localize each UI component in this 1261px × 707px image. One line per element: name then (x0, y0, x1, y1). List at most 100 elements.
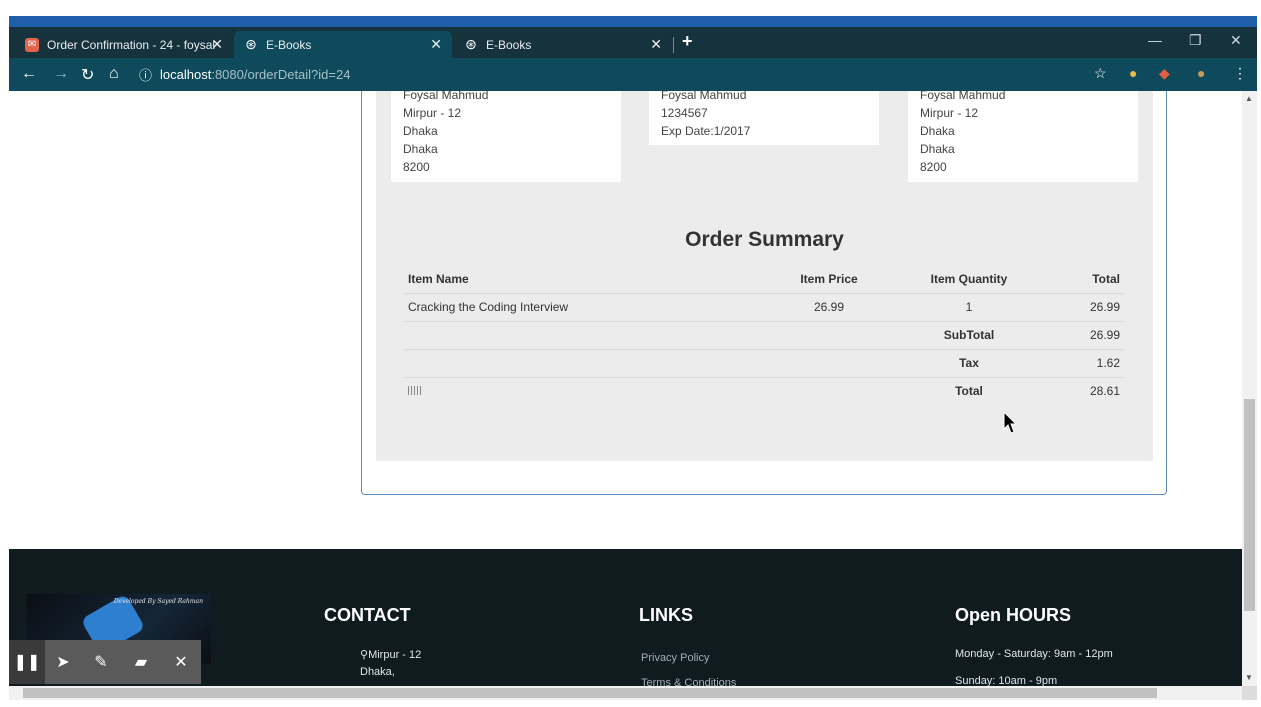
tab-title: Order Confirmation - 24 - foysal (47, 37, 216, 52)
tab-title: E-Books (266, 37, 312, 52)
tab-ebooks[interactable]: ⊛ E-Books ✕ (454, 31, 672, 58)
close-icon[interactable]: ✕ (161, 640, 201, 684)
table-header-row: Item Name Item Price Item Quantity Total (404, 265, 1124, 294)
order-detail-panel: Foysal Mahmud Mirpur - 12 Dhaka Dhaka 82… (361, 91, 1167, 495)
close-tab-icon[interactable]: ✕ (430, 36, 442, 53)
terms-link[interactable]: Terms & Conditions (641, 677, 736, 686)
total-label: Total (955, 384, 983, 399)
browser-window: ✉ Order Confirmation - 24 - foysal ✕ ⊛ E… (0, 0, 1261, 707)
order-summary-title: Order Summary (685, 228, 844, 251)
empty-cell (764, 321, 894, 350)
total-value: 28.61 (1089, 384, 1120, 399)
tab-title: E-Books (486, 37, 532, 52)
address-line: Mirpur - 12 (920, 106, 979, 120)
tax-value: 1.62 (1044, 349, 1124, 378)
reload-icon[interactable]: ↻ (81, 65, 94, 85)
map-pin-icon: ⚲ (360, 649, 369, 661)
empty-cell (404, 349, 764, 378)
profile-avatar[interactable]: ● (1197, 65, 1205, 81)
payment-line: Foysal Mahmud (661, 91, 747, 102)
page-content: Foysal Mahmud Mirpur - 12 Dhaka Dhaka 82… (9, 91, 1242, 686)
scroll-up-icon[interactable]: ▲ (1245, 94, 1253, 103)
contact-line: Mirpur - 12 (368, 649, 422, 661)
address-line: 8200 (920, 160, 947, 174)
scrollbar-thumb[interactable] (1244, 399, 1255, 611)
item-price: 26.99 (764, 293, 894, 322)
minimize-icon[interactable]: — (1148, 32, 1162, 48)
hours-weekday: Monday - Saturday: 9am - 12pm (955, 648, 1113, 660)
column-header-item-quantity: Item Quantity (894, 265, 1044, 294)
order-detail-body: Foysal Mahmud Mirpur - 12 Dhaka Dhaka 82… (376, 91, 1153, 461)
tab-separator (673, 37, 674, 53)
restore-icon[interactable]: ❐ (1189, 32, 1202, 49)
scroll-down-icon[interactable]: ▼ (1245, 673, 1253, 682)
gmail-icon: ✉ (25, 37, 39, 52)
tab-ebooks-active[interactable]: ⊛ E-Books ✕ (234, 31, 452, 58)
globe-icon: ⊛ (465, 36, 477, 52)
item-quantity: 1 (894, 293, 1044, 322)
close-tab-icon[interactable]: ✕ (211, 36, 223, 53)
payment-line: 1234567 (661, 106, 708, 120)
billing-address-card: Foysal Mahmud Mirpur - 12 Dhaka Dhaka 82… (391, 91, 621, 182)
column-header-total: Total (1044, 265, 1124, 294)
star-icon[interactable]: ☆ (1094, 65, 1107, 82)
annotation-toolbar: ❚❚ ➤ ✎ ▰ ✕ (9, 640, 221, 684)
info-icon[interactable]: ⓘ (139, 65, 152, 84)
pen-icon[interactable]: ✎ (81, 640, 121, 684)
total-row: Total 28.61 (404, 377, 1124, 405)
extension-icon[interactable]: ◆ (1159, 65, 1170, 82)
contact-address: ⚲Mirpur - 12 (360, 648, 421, 661)
address-bar: ← → ↻ ⌂ ⓘ localhost:8080/orderDetail?id=… (9, 58, 1257, 91)
new-tab-button[interactable]: + (682, 31, 693, 52)
contact-heading: CONTACT (324, 605, 411, 625)
pointer-icon[interactable]: ➤ (45, 640, 81, 684)
url-field[interactable]: ⓘ localhost:8080/orderDetail?id=24 (139, 62, 1229, 87)
tab-bar: ✉ Order Confirmation - 24 - foysal ✕ ⊛ E… (9, 27, 1257, 58)
empty-cell (764, 377, 894, 405)
mouse-cursor-icon (1003, 411, 1017, 434)
open-hours-heading: Open HOURS (955, 605, 1072, 625)
url-host: localhost (160, 67, 212, 82)
shipping-address-card: Foysal Mahmud Mirpur - 12 Dhaka Dhaka 82… (908, 91, 1138, 182)
url-path: :8080/orderDetail?id=24 (211, 67, 351, 82)
tax-label: Tax (894, 349, 1044, 378)
address-line: Dhaka (920, 124, 955, 138)
horizontal-scrollbar[interactable] (9, 686, 1242, 700)
forward-arrow-icon[interactable]: → (53, 65, 69, 83)
tab-order-confirmation[interactable]: ✉ Order Confirmation - 24 - foysal ✕ (15, 31, 233, 58)
contact-line: Dhaka, (360, 666, 395, 678)
address-line: Foysal Mahmud (403, 91, 489, 102)
privacy-policy-link[interactable]: Privacy Policy (641, 652, 709, 664)
address-line: Dhaka (403, 142, 438, 156)
scrollbar-thumb[interactable] (23, 688, 1157, 698)
back-arrow-icon[interactable]: ← (21, 65, 37, 83)
empty-cell (764, 349, 894, 378)
pause-icon[interactable]: ❚❚ (9, 640, 45, 684)
barcode-icon (408, 386, 422, 396)
links-heading: LINKS (639, 605, 693, 625)
subtotal-row: SubTotal 26.99 (404, 321, 1124, 350)
eraser-icon[interactable]: ▰ (121, 640, 161, 684)
payment-line: Exp Date:1/2017 (661, 124, 751, 138)
address-line: Dhaka (403, 124, 438, 138)
close-window-icon[interactable]: ✕ (1230, 32, 1242, 49)
home-icon[interactable]: ⌂ (109, 65, 119, 83)
order-items-table: Item Name Item Price Item Quantity Total… (404, 265, 1124, 405)
hours-sunday: Sunday: 10am - 9pm (955, 675, 1058, 686)
address-line: Dhaka (920, 142, 955, 156)
logo-text: Developed By Sayed Rahman (113, 598, 203, 605)
table-row: Cracking the Coding Interview 26.99 1 26… (404, 293, 1124, 322)
address-line: 8200 (403, 160, 430, 174)
close-tab-icon[interactable]: ✕ (650, 36, 662, 53)
subtotal-value: 26.99 (1044, 321, 1124, 350)
address-line: Foysal Mahmud (920, 91, 1006, 102)
empty-cell (404, 321, 764, 350)
column-header-item-name: Item Name (404, 265, 764, 294)
globe-icon: ⊛ (245, 36, 257, 52)
vertical-scrollbar[interactable]: ▲ ▼ (1242, 91, 1257, 686)
subtotal-label: SubTotal (894, 321, 1044, 350)
menu-kebab-icon[interactable]: ⋮ (1233, 65, 1247, 82)
address-line: Mirpur - 12 (403, 106, 462, 120)
scrollbar-corner (1242, 686, 1257, 700)
extension-icon[interactable]: ● (1129, 65, 1137, 81)
